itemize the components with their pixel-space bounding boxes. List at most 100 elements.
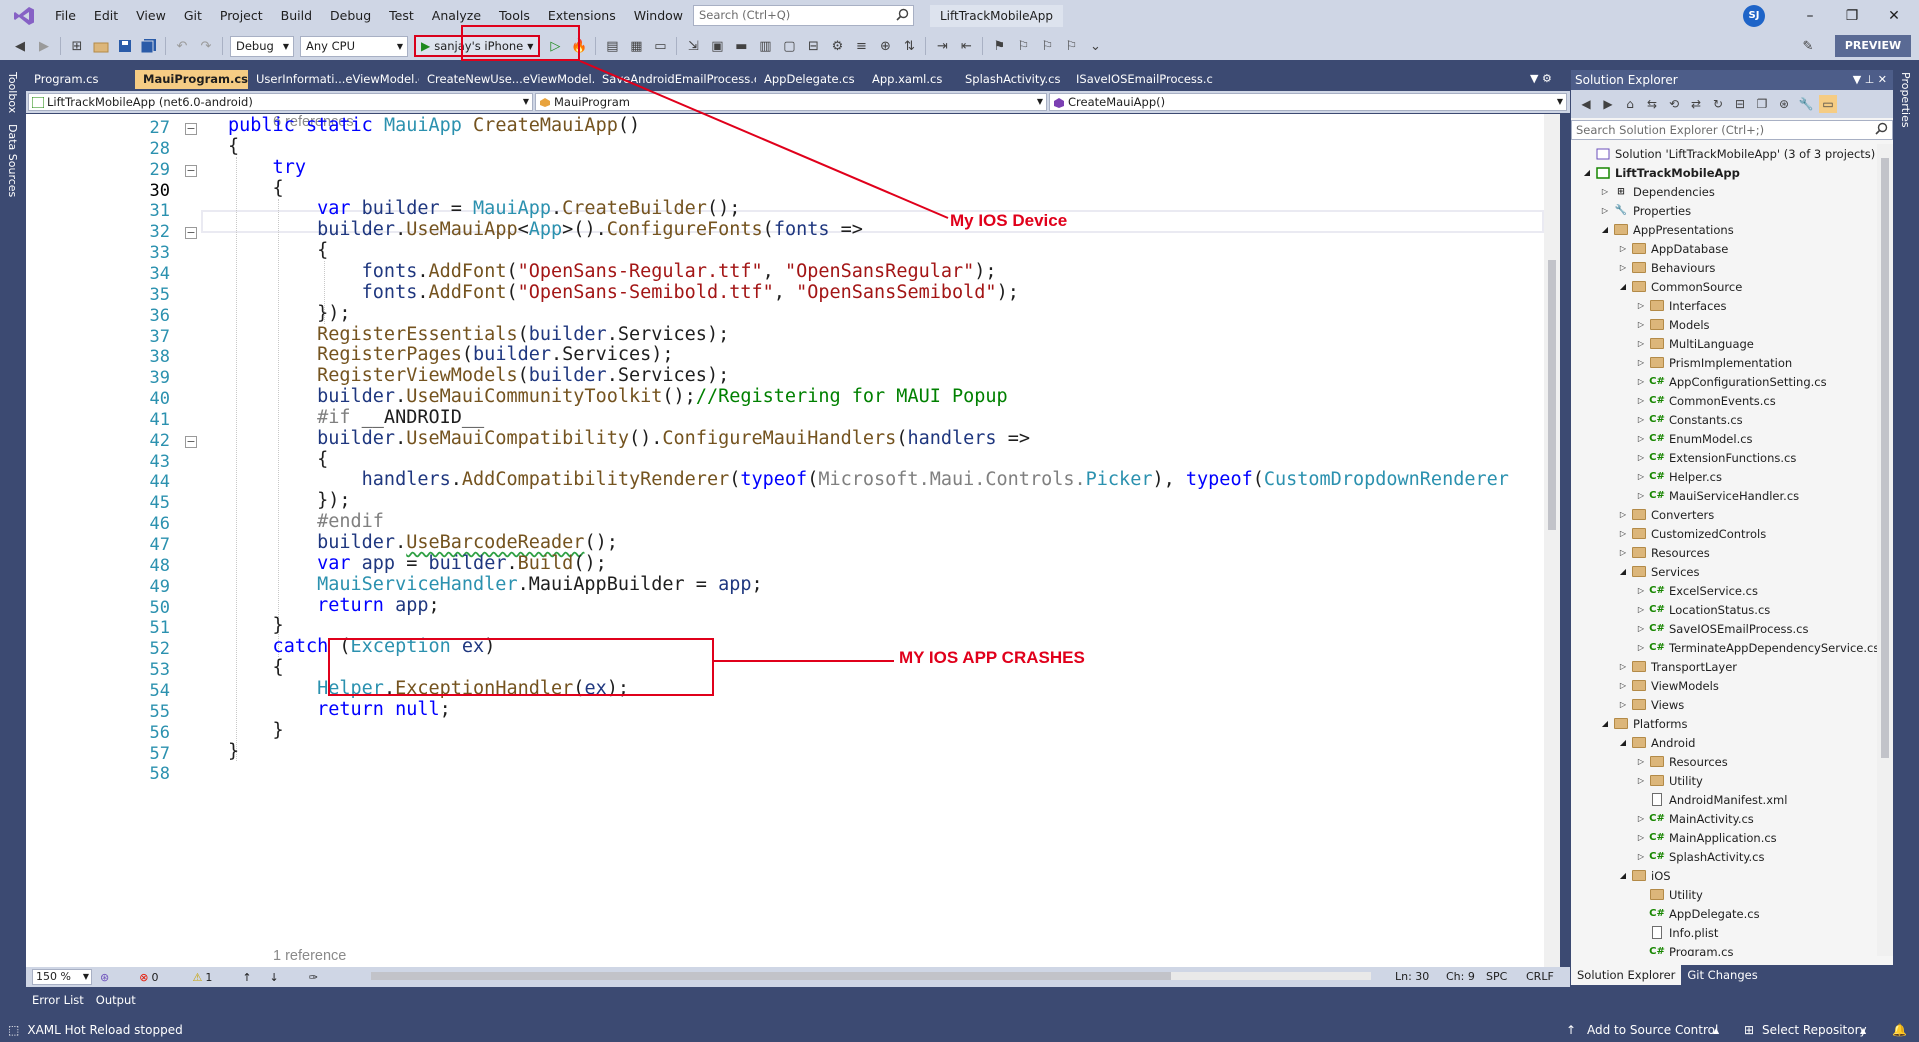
collapsed-arrow-icon[interactable]: ▷ bbox=[1635, 491, 1647, 500]
tree-item[interactable]: ▷ Resources bbox=[1635, 752, 1728, 771]
collapsed-arrow-icon[interactable]: ▷ bbox=[1617, 681, 1629, 690]
tree-item[interactable]: ▷ C# ExcelService.cs bbox=[1635, 581, 1758, 600]
document-tab[interactable]: AppDelegate.cs bbox=[756, 70, 864, 89]
menu-test[interactable]: Test bbox=[380, 0, 423, 32]
tree-item[interactable]: C# AppDelegate.cs bbox=[1635, 904, 1759, 923]
data-sources-tab[interactable]: Data Sources bbox=[6, 124, 19, 197]
tree-item[interactable]: ▷ Converters bbox=[1617, 505, 1714, 524]
collapsed-arrow-icon[interactable]: ▷ bbox=[1617, 662, 1629, 671]
expanded-arrow-icon[interactable]: ◢ bbox=[1581, 168, 1593, 177]
menu-build[interactable]: Build bbox=[272, 0, 321, 32]
filter-icon[interactable]: ⊛ bbox=[1775, 95, 1793, 113]
error-count[interactable]: 0 bbox=[151, 971, 158, 984]
collapsed-arrow-icon[interactable]: ▷ bbox=[1599, 206, 1611, 215]
menu-project[interactable]: Project bbox=[211, 0, 272, 32]
tree-item[interactable]: ▷ Resources bbox=[1617, 543, 1710, 562]
tree-item[interactable]: ▷ ViewModels bbox=[1617, 676, 1719, 695]
warning-icon[interactable]: ⚠ bbox=[192, 971, 202, 984]
tree-item[interactable]: ▷ Utility bbox=[1635, 771, 1703, 790]
editor-vertical-scrollbar[interactable] bbox=[1544, 114, 1560, 967]
layout-icon[interactable]: ▦ bbox=[626, 36, 646, 56]
tab-solution-explorer[interactable]: Solution Explorer bbox=[1571, 965, 1682, 985]
bookmark-icon[interactable]: ⚑ bbox=[989, 36, 1009, 56]
collapsed-arrow-icon[interactable]: ▷ bbox=[1617, 244, 1629, 253]
tree-item[interactable]: ▷ C# ExtensionFunctions.cs bbox=[1635, 448, 1796, 467]
preview-button[interactable]: PREVIEW bbox=[1835, 35, 1911, 57]
tree-item[interactable]: ◢ iOS bbox=[1617, 866, 1671, 885]
error-icon[interactable]: ⊗ bbox=[139, 971, 148, 984]
restore-button[interactable]: ❐ bbox=[1832, 0, 1872, 32]
tree-item[interactable]: ▷ C# EnumModel.cs bbox=[1635, 429, 1753, 448]
tree-item[interactable]: ▷ C# SaveIOSEmailProcess.cs bbox=[1635, 619, 1809, 638]
collapse-region-icon[interactable]: − bbox=[185, 227, 197, 240]
scroll-thumb[interactable] bbox=[1881, 158, 1889, 758]
indent-icon[interactable]: ⇥ bbox=[932, 36, 952, 56]
collapsed-arrow-icon[interactable]: ▷ bbox=[1635, 396, 1647, 405]
bottom-tab-error-list[interactable]: Error List bbox=[26, 990, 90, 1010]
collapsed-arrow-icon[interactable]: ▷ bbox=[1635, 605, 1647, 614]
collapsed-arrow-icon[interactable]: ▷ bbox=[1599, 187, 1611, 196]
document-tab[interactable]: SaveAndroidEmailProcess.cs bbox=[594, 70, 756, 89]
panel-options-icon[interactable]: ▼ ⊥ ✕ bbox=[1853, 70, 1887, 90]
collapse-region-icon[interactable]: − bbox=[185, 435, 197, 448]
warning-count[interactable]: 1 bbox=[205, 971, 212, 984]
clear-bookmark-icon[interactable]: ⚐ bbox=[1061, 36, 1081, 56]
tree-item[interactable]: ▷ C# MainActivity.cs bbox=[1635, 809, 1754, 828]
select-repository-button[interactable]: Select Repository bbox=[1762, 1023, 1867, 1037]
tree-item[interactable]: ▷ AppDatabase bbox=[1617, 239, 1728, 258]
tab-git-changes[interactable]: Git Changes bbox=[1681, 965, 1763, 985]
menu-git[interactable]: Git bbox=[175, 0, 211, 32]
search-input[interactable]: Search (Ctrl+Q) bbox=[693, 5, 914, 26]
tools-icon[interactable]: ⊕ bbox=[875, 36, 895, 56]
home-icon[interactable]: ⌂ bbox=[1621, 95, 1639, 113]
properties-icon[interactable]: 🔧 bbox=[1797, 95, 1815, 113]
collapse-region-icon[interactable]: − bbox=[185, 164, 197, 177]
monitor-icon[interactable]: ▢ bbox=[779, 36, 799, 56]
tree-item[interactable]: ▷ 🔧 Properties bbox=[1599, 201, 1691, 220]
prev-bookmark-icon[interactable]: ⚐ bbox=[1013, 36, 1033, 56]
tree-item[interactable]: ◢ Services bbox=[1617, 562, 1700, 581]
code-lens-references[interactable]: 1 reference bbox=[273, 948, 346, 964]
tree-item[interactable]: C# Program.cs bbox=[1635, 942, 1733, 957]
bottom-tab-output[interactable]: Output bbox=[90, 990, 142, 1010]
scroll-thumb[interactable] bbox=[1548, 260, 1556, 530]
menu-edit[interactable]: Edit bbox=[85, 0, 127, 32]
collapsed-arrow-icon[interactable]: ▷ bbox=[1635, 434, 1647, 443]
document-tab[interactable]: MauiProgram.cs⊕ ✕ bbox=[135, 70, 248, 89]
tree-item[interactable]: ▷ C# TerminateAppDependencyService.cs bbox=[1635, 638, 1877, 657]
project-select[interactable]: LiftTrackMobileApp (net6.0-android) ▼ bbox=[28, 93, 533, 111]
tree-item[interactable]: ▷ PrismImplementation bbox=[1635, 353, 1792, 372]
collapsed-arrow-icon[interactable]: ▷ bbox=[1635, 757, 1647, 766]
collapsed-arrow-icon[interactable]: ▷ bbox=[1617, 700, 1629, 709]
tree-item[interactable]: ◢ LiftTrackMobileApp bbox=[1581, 163, 1740, 182]
copilot-icon[interactable]: ⊛ bbox=[100, 971, 109, 984]
document-tab[interactable]: UserInformati...eViewModel.cs bbox=[248, 70, 419, 89]
tree-item[interactable]: ▷ C# LocationStatus.cs bbox=[1635, 600, 1770, 619]
pending-changes-icon[interactable]: ⟲ bbox=[1665, 95, 1683, 113]
add-to-source-control-button[interactable]: Add to Source Control bbox=[1587, 1023, 1718, 1037]
document-tab[interactable]: CreateNewUse...eViewModel.cs bbox=[419, 70, 594, 89]
tree-item[interactable]: ▷ C# SplashActivity.cs bbox=[1635, 847, 1765, 866]
device-icon[interactable]: ▭ bbox=[650, 36, 670, 56]
collapsed-arrow-icon[interactable]: ▷ bbox=[1635, 320, 1647, 329]
minimize-button[interactable]: – bbox=[1790, 0, 1830, 32]
collapsed-arrow-icon[interactable]: ▷ bbox=[1635, 415, 1647, 424]
tree-item[interactable]: ▷ Interfaces bbox=[1635, 296, 1727, 315]
tree-item[interactable]: ◢ Platforms bbox=[1599, 714, 1688, 733]
new-project-icon[interactable]: ⊞ bbox=[67, 36, 87, 56]
class-select[interactable]: MauiProgram ▼ bbox=[535, 93, 1047, 111]
switch-views-icon[interactable]: ⇆ bbox=[1643, 95, 1661, 113]
tree-item[interactable]: AndroidManifest.xml bbox=[1635, 790, 1787, 809]
whitespace-mode[interactable]: SPC bbox=[1486, 970, 1507, 983]
collapsed-arrow-icon[interactable]: ▷ bbox=[1635, 833, 1647, 842]
collapsed-arrow-icon[interactable]: ▷ bbox=[1635, 339, 1647, 348]
document-tab[interactable]: ISaveIOSEmailProcess.cs bbox=[1068, 70, 1213, 89]
next-bookmark-icon[interactable]: ⚐ bbox=[1037, 36, 1057, 56]
tree-item[interactable]: ◢ Android bbox=[1617, 733, 1696, 752]
collapsed-arrow-icon[interactable]: ▷ bbox=[1635, 358, 1647, 367]
camera-icon[interactable]: ▣ bbox=[707, 36, 727, 56]
tree-item[interactable]: ▷ Behaviours bbox=[1617, 258, 1715, 277]
collapsed-arrow-icon[interactable]: ▷ bbox=[1617, 263, 1629, 272]
document-tab[interactable]: Program.cs bbox=[26, 70, 135, 89]
solution-explorer-scrollbar[interactable] bbox=[1877, 144, 1893, 956]
